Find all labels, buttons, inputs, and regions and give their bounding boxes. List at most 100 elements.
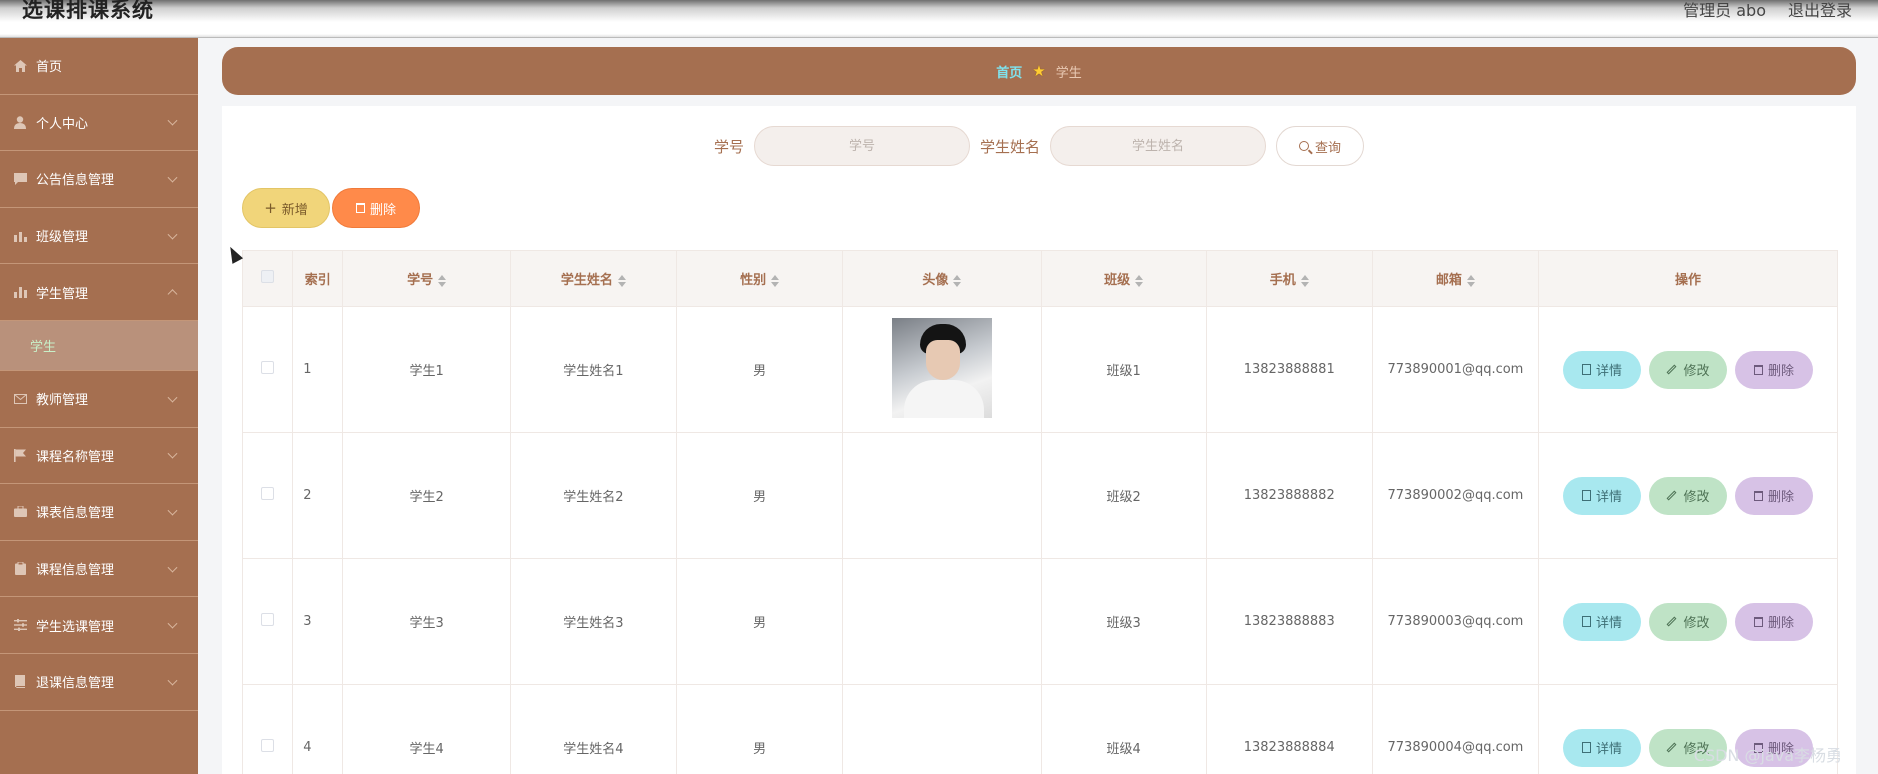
breadcrumb: 首页 ★ 学生	[222, 47, 1856, 95]
search-button-label: 查询	[1315, 140, 1342, 156]
flag-icon	[13, 448, 27, 462]
column-header-sortable[interactable]: 学生姓名	[509, 250, 677, 307]
sort-icon[interactable]	[617, 274, 626, 287]
sidebar-item-course-info[interactable]: 课程信息管理	[0, 541, 198, 598]
operations-cell: 详情 修改 删除	[1538, 432, 1838, 559]
index-cell: 4	[292, 684, 344, 774]
chevron-down-icon	[167, 449, 178, 459]
delete-label: 删除	[1767, 616, 1794, 631]
row-checkbox[interactable]	[261, 613, 275, 626]
content-panel: 学号 学生姓名 查询 + 新增 删除 索引 学号 学生姓名	[222, 106, 1856, 774]
sidebar-item-withdraw-course[interactable]: 退课信息管理	[0, 654, 198, 711]
index-cell: 2	[292, 432, 344, 559]
edit-label: 修改	[1683, 616, 1710, 631]
chevron-down-icon	[167, 172, 178, 183]
sidebar-item-label: 退课信息管理	[36, 676, 115, 692]
sidebar-item-label: 个人中心	[36, 116, 89, 132]
sliders-icon	[13, 618, 27, 632]
document-icon	[1581, 490, 1591, 501]
sidebar-item-label: 学生选课管理	[36, 619, 115, 635]
column-header-label: 手机	[1269, 273, 1296, 288]
trash-icon	[1753, 616, 1763, 627]
column-header-sortable[interactable]: 手机	[1205, 250, 1373, 307]
column-header-sortable[interactable]: 邮箱	[1371, 250, 1540, 307]
student-name-cell: 学生姓名1	[509, 306, 677, 433]
sidebar-item-timetable[interactable]: 课表信息管理	[0, 484, 198, 541]
delete-button[interactable]: 删除	[1735, 350, 1813, 389]
action-bar: + 新增 删除	[242, 188, 420, 228]
column-header: 索引	[292, 250, 344, 307]
student-name-input[interactable]	[1050, 126, 1267, 166]
row-checkbox[interactable]	[261, 361, 275, 374]
sidebar-item-course-selection[interactable]: 学生选课管理	[0, 597, 198, 654]
sidebar-item-class-management[interactable]: 班级管理	[0, 208, 198, 265]
chevron-down-icon	[167, 618, 178, 629]
sort-icon[interactable]	[438, 274, 447, 287]
batch-delete-button[interactable]: 删除	[332, 188, 420, 228]
email-cell: 773890001@qq.com	[1371, 306, 1540, 433]
edit-button[interactable]: 修改	[1649, 350, 1727, 389]
sidebar-item-student-management[interactable]: 学生管理	[0, 264, 198, 321]
add-button[interactable]: + 新增	[242, 188, 330, 228]
column-header-sortable[interactable]: 班级	[1040, 250, 1207, 307]
trash-icon	[355, 203, 365, 213]
trash-icon	[1753, 364, 1763, 375]
sort-icon[interactable]	[1466, 274, 1475, 287]
table-row: 2 学生2 学生姓名2 男 班级2 13823888882 773890002@qq.com…	[241, 432, 1838, 559]
edit-button[interactable]: 修改	[1649, 476, 1727, 515]
sidebar-item-label: 班级管理	[36, 230, 89, 246]
sidebar-item-home[interactable]: 首页	[0, 38, 198, 95]
class-cell: 班级3	[1040, 558, 1207, 685]
row-checkbox[interactable]	[261, 739, 275, 752]
pencil-icon	[1667, 490, 1677, 501]
detail-button[interactable]: 详情	[1563, 728, 1641, 767]
class-cell: 班级4	[1040, 684, 1207, 774]
avatar-cell	[842, 432, 1042, 559]
sidebar-item-announcement[interactable]: 公告信息管理	[0, 151, 198, 208]
detail-button[interactable]: 详情	[1563, 602, 1641, 641]
chevron-down-icon	[167, 116, 178, 126]
sidebar-item-label: 公告信息管理	[36, 173, 115, 189]
detail-button[interactable]: 详情	[1563, 350, 1641, 389]
detail-label: 详情	[1595, 364, 1622, 379]
student-id-input[interactable]	[754, 126, 970, 166]
delete-button[interactable]: 删除	[1735, 476, 1813, 515]
row-checkbox[interactable]	[261, 487, 275, 500]
column-header-sortable[interactable]: 学号	[342, 250, 511, 307]
sidebar-item-course-name[interactable]: 课程名称管理	[0, 428, 198, 485]
avatar-cell	[842, 306, 1042, 433]
sidebar-subitem-student[interactable]: 学生	[0, 320, 198, 371]
search-button[interactable]: 查询	[1276, 126, 1365, 166]
class-cell: 班级1	[1040, 306, 1207, 433]
sort-icon[interactable]	[771, 274, 780, 287]
select-all-checkbox[interactable]	[261, 270, 275, 283]
row-select-cell	[241, 306, 294, 433]
avatar-cell	[842, 684, 1042, 774]
detail-button[interactable]: 详情	[1563, 476, 1641, 515]
edit-button[interactable]: 修改	[1649, 602, 1727, 641]
add-button-label: 新增	[281, 202, 308, 218]
delete-button[interactable]: 删除	[1735, 602, 1813, 641]
sort-icon[interactable]	[1300, 274, 1309, 287]
detail-label: 详情	[1595, 490, 1622, 505]
student-name-cell: 学生姓名4	[509, 684, 677, 774]
avatar[interactable]	[891, 317, 992, 418]
gender-cell: 男	[675, 306, 844, 433]
index-cell: 1	[292, 306, 344, 433]
row-select-cell	[241, 432, 294, 559]
column-header-sortable[interactable]: 性别	[675, 250, 844, 307]
row-select-cell	[241, 684, 294, 774]
sort-icon[interactable]	[953, 274, 962, 287]
table-header-row: 索引 学号 学生姓名 性别 头像 班级 手机 邮箱 操作	[241, 250, 1838, 307]
sidebar-menu: 首页 个人中心 公告信息管理 班级管理 学生管理 学生 教师管理 课程名称管理 …	[0, 38, 198, 774]
mail-icon	[13, 392, 27, 406]
gender-cell: 男	[675, 432, 844, 559]
column-header-sortable[interactable]: 头像	[842, 250, 1042, 307]
sort-icon[interactable]	[1135, 274, 1144, 287]
sidebar-item-personal-center[interactable]: 个人中心	[0, 95, 198, 152]
logout-link[interactable]: 退出登录	[1788, 0, 1852, 21]
document-icon	[1581, 364, 1591, 375]
breadcrumb-home[interactable]: 首页	[996, 62, 1022, 81]
chevron-down-icon	[167, 562, 178, 573]
sidebar-item-teacher-management[interactable]: 教师管理	[0, 371, 198, 428]
